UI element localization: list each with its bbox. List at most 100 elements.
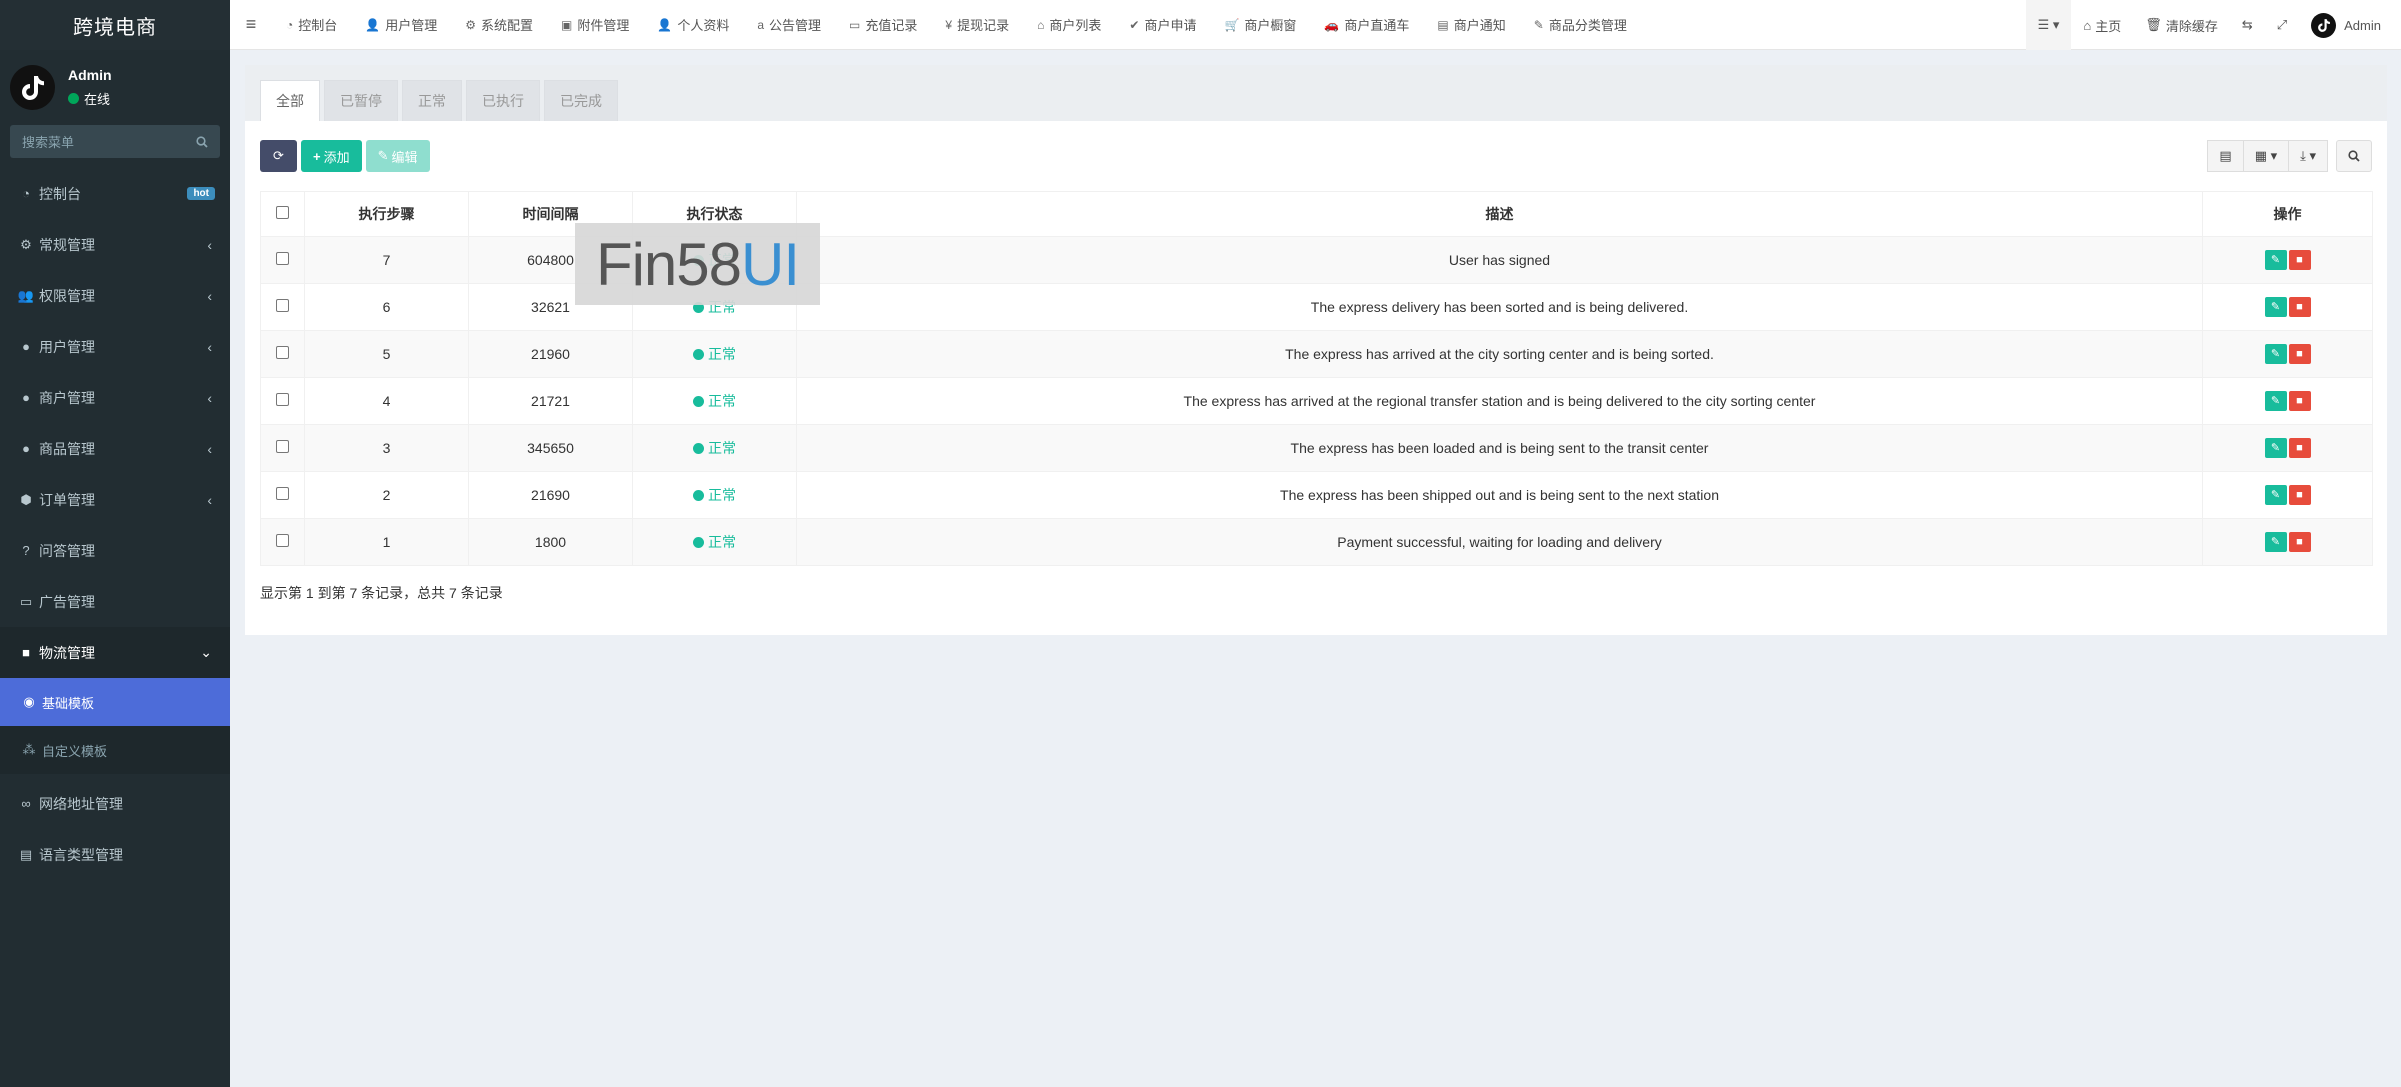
- tiktok-logo-icon: [2317, 18, 2330, 32]
- sidebar-item-0[interactable]: ◔ 控制台 hot: [0, 168, 230, 219]
- table-row[interactable]: 5 21960 正常 The express has arrived at the c…: [260, 330, 2373, 378]
- sidebar-item-after-1[interactable]: ▤ 语言类型管理: [0, 829, 230, 880]
- search-toggle-button[interactable]: [2336, 140, 2372, 172]
- row-edit-button[interactable]: ✎: [2264, 296, 2287, 317]
- actions-cell: ✎ ■: [2202, 283, 2373, 331]
- row-checkbox[interactable]: [276, 299, 289, 312]
- table-row[interactable]: 4 21721 正常 The express has arrived at the r…: [260, 377, 2373, 425]
- header-description[interactable]: 描述: [796, 191, 2203, 237]
- row-delete-button[interactable]: ■: [2288, 532, 2311, 553]
- sidebar-item-9[interactable]: ■ 物流管理 ⌄: [0, 627, 230, 678]
- sidebar-item-after-0[interactable]: ∞ 网络地址管理: [0, 778, 230, 829]
- nav-tab-8[interactable]: ⌂ 商户列表: [1023, 0, 1115, 50]
- sidebar-item-6[interactable]: ⬢ 订单管理 ‹: [0, 474, 230, 525]
- app-title[interactable]: 跨境电商: [0, 0, 230, 50]
- trash-icon: ■: [2296, 536, 2303, 549]
- nav-tab-13[interactable]: ✎ 商品分类管理: [1520, 0, 1641, 50]
- nav-right: ☰ ▾ ⌂ 主页 🗑 清除缓存 ⇆ ⤢ Admin: [2025, 0, 2401, 50]
- nav-tab-11[interactable]: 🚗 商户直通车: [1310, 0, 1423, 50]
- fullscreen-icon: ⤢: [2276, 17, 2288, 32]
- status-badge: 正常: [693, 534, 736, 550]
- question-icon: ?: [22, 543, 30, 558]
- tab-4[interactable]: 已完成: [544, 80, 618, 121]
- sidebar-item-7[interactable]: ? 问答管理: [0, 525, 230, 576]
- step-cell: 5: [304, 330, 469, 378]
- nav-tab-9[interactable]: ✔ 商户申请: [1115, 0, 1210, 50]
- nav-tab-12[interactable]: ▤ 商户通知: [1423, 0, 1519, 50]
- tab-2[interactable]: 正常: [402, 80, 462, 121]
- edit-button[interactable]: ✎ 编辑: [365, 140, 430, 172]
- status-badge: 正常: [693, 440, 736, 456]
- sidebar-item-8[interactable]: ▭ 广告管理: [0, 576, 230, 627]
- header-step[interactable]: 执行步骤: [304, 191, 469, 237]
- sidebar-item-5[interactable]: ● 商品管理 ‹: [0, 423, 230, 474]
- nav-tab-7[interactable]: ¥ 提现记录: [931, 0, 1023, 50]
- clear-cache-button[interactable]: 🗑 清除缓存: [2133, 0, 2230, 50]
- nav-tab-3[interactable]: ▣ 附件管理: [547, 0, 643, 50]
- pencil-icon: ✎: [2270, 301, 2281, 314]
- clear-cache-label: 清除缓存: [2165, 18, 2218, 34]
- export-button[interactable]: ⤓ ▾: [2289, 140, 2328, 172]
- tab-1[interactable]: 已暂停: [324, 80, 398, 121]
- group-icon: 👥: [17, 287, 35, 303]
- dashboard-icon: ◔: [22, 186, 30, 201]
- car-icon: 🚗: [1324, 17, 1340, 32]
- row-edit-button[interactable]: ✎: [2264, 531, 2287, 552]
- sidebar-search-input[interactable]: 搜索菜单: [10, 125, 220, 158]
- sidebar-item-1[interactable]: ⚙ 常规管理 ‹: [0, 219, 230, 270]
- admin-menu[interactable]: Admin: [2299, 0, 2401, 50]
- nav-tab-5[interactable]: a 公告管理: [743, 0, 835, 50]
- row-delete-button[interactable]: ■: [2288, 438, 2311, 459]
- tab-3[interactable]: 已执行: [466, 80, 540, 121]
- nav-tab-4[interactable]: 👤 个人资料: [643, 0, 743, 50]
- nav-tab-2[interactable]: ⚙ 系统配置: [451, 0, 547, 50]
- tab-0[interactable]: 全部: [260, 80, 320, 121]
- sidebar-item-label: 基础模板: [42, 695, 95, 711]
- sidebar-item-sub-1[interactable]: ⁂ 自定义模板: [0, 726, 230, 774]
- search-icon[interactable]: [196, 135, 208, 148]
- language-button[interactable]: ⇆: [2230, 0, 2265, 50]
- row-checkbox[interactable]: [276, 346, 289, 359]
- row-delete-button[interactable]: ■: [2288, 344, 2311, 365]
- sidebar-toggle-button[interactable]: ≡: [230, 0, 272, 50]
- add-button[interactable]: + 添加: [301, 140, 362, 172]
- refresh-button[interactable]: ⟳: [260, 140, 297, 172]
- row-checkbox[interactable]: [276, 534, 289, 547]
- nav-tab-10[interactable]: 🛒 商户橱窗: [1210, 0, 1310, 50]
- row-edit-button[interactable]: ✎: [2264, 390, 2287, 411]
- row-edit-button[interactable]: ✎: [2264, 249, 2287, 270]
- sidebar-item-3[interactable]: ● 用户管理 ‹: [0, 321, 230, 372]
- select-all-checkbox[interactable]: [276, 206, 289, 219]
- columns-button[interactable]: ▦ ▾: [2243, 140, 2290, 172]
- toggle-view-button[interactable]: ▤: [2207, 140, 2244, 172]
- submenu-logistics: ◉ 基础模板 ⁂ 自定义模板: [0, 678, 230, 774]
- sidebar-item-2[interactable]: 👥 权限管理 ‹: [0, 270, 230, 321]
- table-row[interactable]: 1 1800 正常 Payment successful, waiting for l…: [260, 518, 2373, 566]
- row-edit-button[interactable]: ✎: [2264, 484, 2287, 505]
- interval-cell: 345650: [468, 424, 633, 472]
- table-row[interactable]: 3 345650 正常 The express has been loaded and…: [260, 424, 2373, 472]
- table-row[interactable]: 2 21690 正常 The express has been shipped out…: [260, 471, 2373, 519]
- nav-tab-6[interactable]: ▭ 充值记录: [835, 0, 931, 50]
- select-all-cell: [260, 191, 305, 237]
- multiplenav-menu-button[interactable]: ☰ ▾: [2025, 0, 2072, 50]
- sidebar-item-4[interactable]: ● 商户管理 ‹: [0, 372, 230, 423]
- row-select-cell: [260, 424, 305, 472]
- row-checkbox[interactable]: [276, 252, 289, 265]
- row-delete-button[interactable]: ■: [2288, 297, 2311, 318]
- row-delete-button[interactable]: ■: [2288, 391, 2311, 412]
- row-checkbox[interactable]: [276, 440, 289, 453]
- sidebar-item-sub-0[interactable]: ◉ 基础模板: [0, 678, 230, 726]
- step-cell: 2: [304, 471, 469, 519]
- home-link[interactable]: ⌂ 主页: [2071, 0, 2133, 50]
- search-icon: [2348, 150, 2360, 162]
- row-checkbox[interactable]: [276, 393, 289, 406]
- row-delete-button[interactable]: ■: [2288, 250, 2311, 271]
- row-edit-button[interactable]: ✎: [2264, 343, 2287, 364]
- row-edit-button[interactable]: ✎: [2264, 437, 2287, 458]
- row-checkbox[interactable]: [276, 487, 289, 500]
- nav-tab-1[interactable]: 👤 用户管理: [351, 0, 451, 50]
- nav-tab-0[interactable]: ◔ 控制台: [272, 0, 351, 50]
- row-delete-button[interactable]: ■: [2288, 485, 2311, 506]
- fullscreen-button[interactable]: ⤢: [2265, 0, 2299, 50]
